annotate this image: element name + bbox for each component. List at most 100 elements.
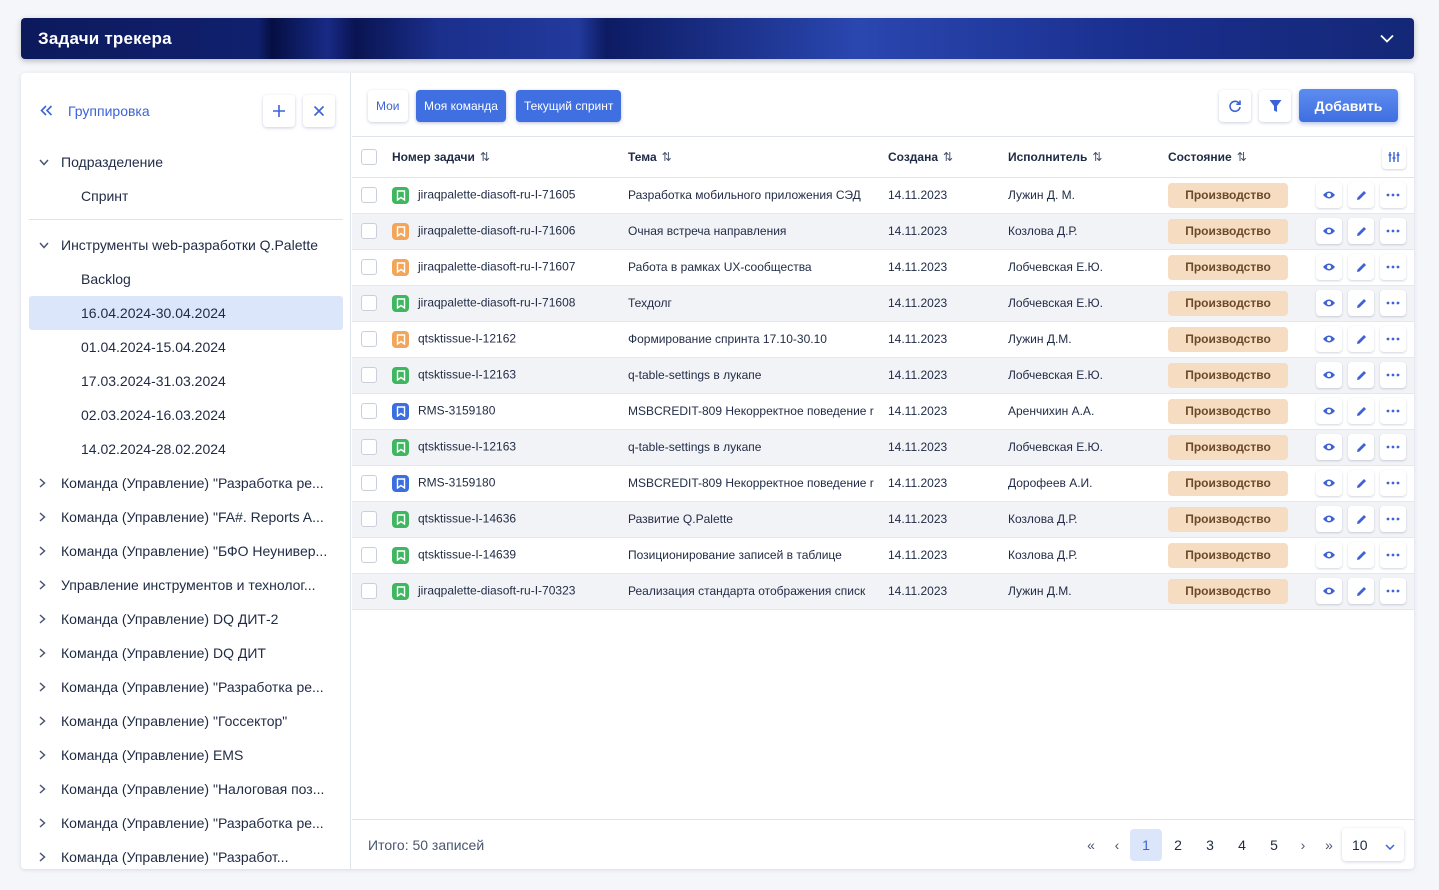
sidebar-item-11[interactable]: Команда (Управление) "БФО Неунивер... [29,534,343,568]
more-actions-button[interactable] [1380,542,1406,568]
sidebar-item-18[interactable]: Команда (Управление) "Налоговая поз... [29,772,343,806]
row-checkbox[interactable] [361,439,377,455]
column-header-assignee[interactable]: Исполнитель ⇅ [1008,137,1168,178]
table-row[interactable]: jiraqpalette-diasoft-ru-I-71607 Работа в … [352,249,1414,286]
edit-button[interactable] [1348,362,1374,388]
more-actions-button[interactable] [1380,182,1406,208]
task-id[interactable]: jiraqpalette-diasoft-ru-I-71605 [418,187,575,201]
sort-icon[interactable]: ⇅ [1092,150,1102,164]
chevron-right-icon[interactable] [39,716,53,726]
edit-button[interactable] [1348,326,1374,352]
more-actions-button[interactable] [1380,254,1406,280]
page-size-select[interactable]: 10 [1342,828,1404,861]
sidebar-item-20[interactable]: Команда (Управление) "Разработ... [29,840,343,869]
task-id[interactable]: qtsktissue-I-12162 [418,331,516,345]
more-actions-button[interactable] [1380,290,1406,316]
chevron-right-icon[interactable] [39,648,53,658]
more-actions-button[interactable] [1380,578,1406,604]
edit-button[interactable] [1348,254,1374,280]
task-id[interactable]: jiraqpalette-diasoft-ru-I-70323 [418,583,575,597]
sidebar-item-2[interactable]: Инструменты web-разработки Q.Palette [29,228,343,262]
first-page-button[interactable]: « [1080,829,1102,861]
double-chevron-left-icon[interactable] [40,103,56,120]
edit-button[interactable] [1348,182,1374,208]
row-checkbox[interactable] [361,367,377,383]
row-checkbox[interactable] [361,331,377,347]
table-row[interactable]: RMS-3159180 MSBCREDIT-809 Некорректное по… [352,393,1414,430]
add-group-button[interactable] [263,95,295,127]
sidebar-item-3[interactable]: Backlog [29,262,343,296]
column-settings-button[interactable] [1382,144,1406,169]
task-id[interactable]: jiraqpalette-diasoft-ru-I-71607 [418,259,575,273]
row-checkbox[interactable] [361,511,377,527]
task-id[interactable]: qtsktissue-I-14636 [418,511,516,525]
clear-group-button[interactable] [303,95,335,127]
row-checkbox[interactable] [361,547,377,563]
sort-icon[interactable]: ⇅ [480,150,490,164]
next-page-button[interactable]: › [1292,829,1314,861]
table-row[interactable]: jiraqpalette-diasoft-ru-I-71605 Разработк… [352,177,1414,214]
filter-current-sprint-button[interactable]: Текущий спринт [516,90,622,122]
task-id[interactable]: qtsktissue-I-12163 [418,367,516,381]
sidebar-item-16[interactable]: Команда (Управление) "Госсектор" [29,704,343,738]
sidebar-item-4[interactable]: 16.04.2024-30.04.2024 [29,296,343,330]
more-actions-button[interactable] [1380,218,1406,244]
more-actions-button[interactable] [1380,398,1406,424]
table-row[interactable]: RMS-3159180 MSBCREDIT-809 Некорректное по… [352,465,1414,502]
edit-button[interactable] [1348,290,1374,316]
chevron-right-icon[interactable] [39,852,53,862]
view-button[interactable] [1316,254,1342,280]
row-checkbox[interactable] [361,295,377,311]
table-row[interactable]: qtsktissue-I-12163 q-table-settings в лук… [352,357,1414,394]
sidebar-item-17[interactable]: Команда (Управление) EMS [29,738,343,772]
view-button[interactable] [1316,470,1342,496]
sidebar-item-9[interactable]: Команда (Управление) "Разработка ре... [29,466,343,500]
edit-button[interactable] [1348,218,1374,244]
page-1-button[interactable]: 1 [1130,829,1162,861]
task-id[interactable]: RMS-3159180 [418,475,495,489]
edit-button[interactable] [1348,470,1374,496]
sidebar-item-10[interactable]: Команда (Управление) "FA#. Reports A... [29,500,343,534]
edit-button[interactable] [1348,434,1374,460]
more-actions-button[interactable] [1380,434,1406,460]
view-button[interactable] [1316,182,1342,208]
prev-page-button[interactable]: ‹ [1106,829,1128,861]
chevron-right-icon[interactable] [39,784,53,794]
chevron-right-icon[interactable] [39,818,53,828]
edit-button[interactable] [1348,542,1374,568]
chevron-right-icon[interactable] [39,478,53,488]
table-row[interactable]: qtsktissue-I-12162 Формирование спринта 1… [352,321,1414,358]
task-id[interactable]: jiraqpalette-diasoft-ru-I-71606 [418,223,575,237]
chevron-down-icon[interactable] [1377,29,1397,49]
view-button[interactable] [1316,578,1342,604]
table-row[interactable]: jiraqpalette-diasoft-ru-I-70323 Реализаци… [352,573,1414,610]
refresh-button[interactable] [1219,90,1251,122]
sidebar-item-6[interactable]: 17.03.2024-31.03.2024 [29,364,343,398]
page-5-button[interactable]: 5 [1258,829,1290,861]
sidebar-item-14[interactable]: Команда (Управление) DQ ДИТ [29,636,343,670]
table-row[interactable]: qtsktissue-I-14636 Развитие Q.Palette 14.1… [352,501,1414,538]
more-actions-button[interactable] [1380,506,1406,532]
sidebar-item-5[interactable]: 01.04.2024-15.04.2024 [29,330,343,364]
chevron-right-icon[interactable] [39,546,53,556]
view-button[interactable] [1316,398,1342,424]
sidebar-item-12[interactable]: Управление инструментов и технолог... [29,568,343,602]
view-button[interactable] [1316,434,1342,460]
chevron-right-icon[interactable] [39,614,53,624]
row-checkbox[interactable] [361,403,377,419]
page-4-button[interactable]: 4 [1226,829,1258,861]
chevron-down-icon[interactable] [39,242,53,249]
select-all-checkbox[interactable] [361,148,377,165]
table-row[interactable]: qtsktissue-I-14639 Позиционирование запис… [352,537,1414,574]
row-checkbox[interactable] [361,187,377,203]
row-checkbox[interactable] [361,259,377,275]
sidebar-item-19[interactable]: Команда (Управление) "Разработка ре... [29,806,343,840]
view-button[interactable] [1316,542,1342,568]
more-actions-button[interactable] [1380,362,1406,388]
sidebar-item-13[interactable]: Команда (Управление) DQ ДИТ-2 [29,602,343,636]
more-actions-button[interactable] [1380,326,1406,352]
sort-icon[interactable]: ⇅ [1237,150,1247,164]
table-row[interactable]: jiraqpalette-diasoft-ru-I-71608 Техдолг 14… [352,285,1414,322]
filter-my-team-button[interactable]: Моя команда [416,90,506,122]
edit-button[interactable] [1348,578,1374,604]
